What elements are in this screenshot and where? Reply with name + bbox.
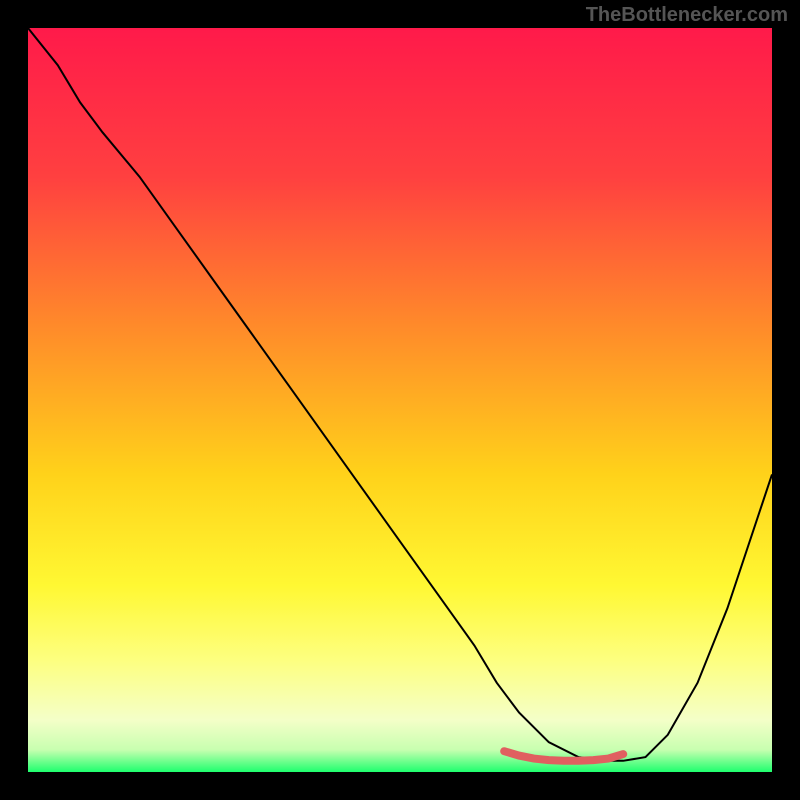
chart-plot-area [28, 28, 772, 772]
chart-svg [28, 28, 772, 772]
gradient-background [28, 28, 772, 772]
watermark-text: TheBottlenecker.com [586, 4, 788, 27]
